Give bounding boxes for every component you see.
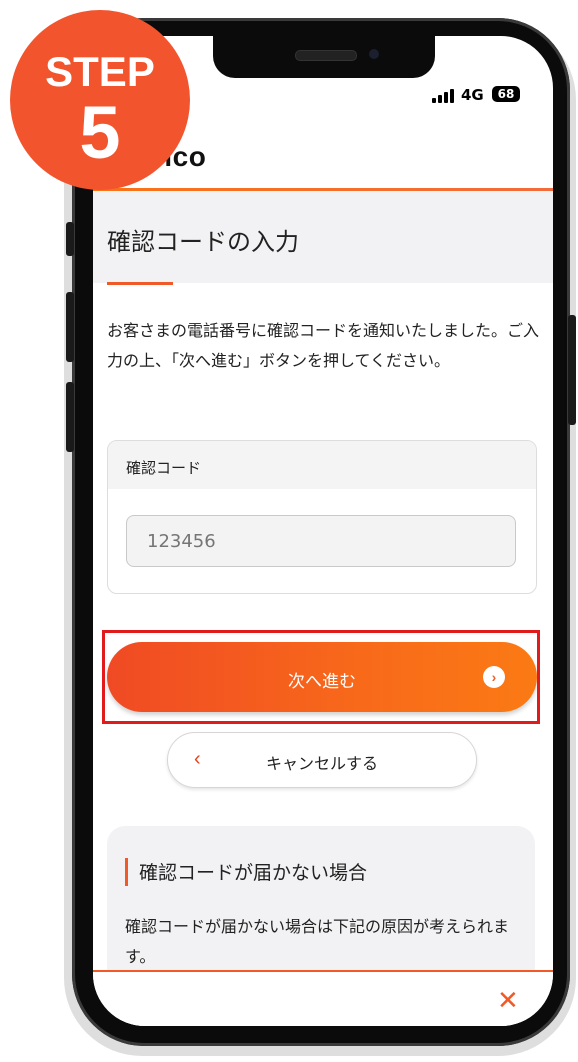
code-card: 確認コード: [107, 440, 537, 594]
code-label: 確認コード: [126, 459, 202, 477]
help-text: 確認コードが届かない場合は下記の原因が考えられます。: [125, 917, 510, 966]
speaker-grill: [295, 50, 357, 61]
bottom-bar: ✕: [93, 970, 553, 1026]
help-title: 確認コードが届かない場合: [139, 862, 368, 884]
close-icon[interactable]: ✕: [497, 988, 519, 1014]
step-label: STEP: [45, 48, 155, 95]
volume-up-button: [66, 292, 74, 362]
cancel-button-label: キャンセルする: [265, 756, 378, 773]
silent-switch: [66, 222, 74, 256]
power-button: [568, 315, 576, 425]
highlight-box: [102, 630, 540, 724]
phone-screen: 3 4G 68 rico 確認コードの入力 お客さまの電話番号に確認コードを通知…: [93, 36, 553, 1026]
volume-down-button: [66, 382, 74, 452]
help-title-bar: [125, 858, 128, 886]
network-type: 4G: [461, 86, 484, 104]
code-input[interactable]: [126, 515, 516, 567]
notch: [213, 36, 435, 78]
step-number: 5: [79, 91, 121, 174]
battery-icon: 68: [492, 86, 520, 102]
cancel-button[interactable]: ‹ キャンセルする: [167, 732, 477, 788]
page-title: 確認コードの入力: [107, 228, 299, 256]
page-description: お客さまの電話番号に確認コードを通知いたしました。ご入力の上、「次へ進む」ボタン…: [107, 321, 540, 370]
step-badge: STEP 5: [10, 10, 190, 190]
camera-icon: [369, 49, 379, 59]
signal-icon: [432, 89, 456, 103]
title-underline: [107, 282, 173, 285]
